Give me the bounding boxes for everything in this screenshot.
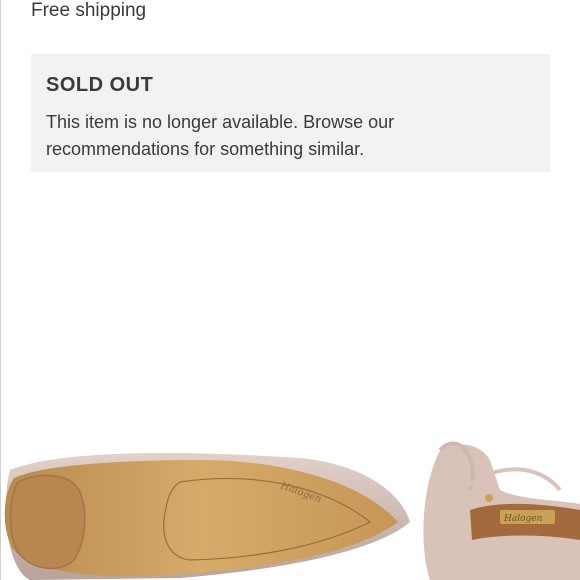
sold-out-notice: SOLD OUT This item is no longer availabl… <box>31 54 550 172</box>
product-page: Free shipping SOLD OUT This item is no l… <box>0 0 580 580</box>
free-shipping-label: Free shipping <box>31 0 147 21</box>
shoe-sole-icon: Halogen Halogen <box>4 441 580 580</box>
heel-cap <box>9 474 86 570</box>
lace-eyelet <box>485 494 493 502</box>
second-shoe-brand: Halogen <box>503 514 543 524</box>
sold-out-title: SOLD OUT <box>46 74 154 96</box>
product-image[interactable]: Halogen Halogen <box>0 430 580 580</box>
sold-out-message: This item is no longer available. Browse… <box>46 112 395 159</box>
